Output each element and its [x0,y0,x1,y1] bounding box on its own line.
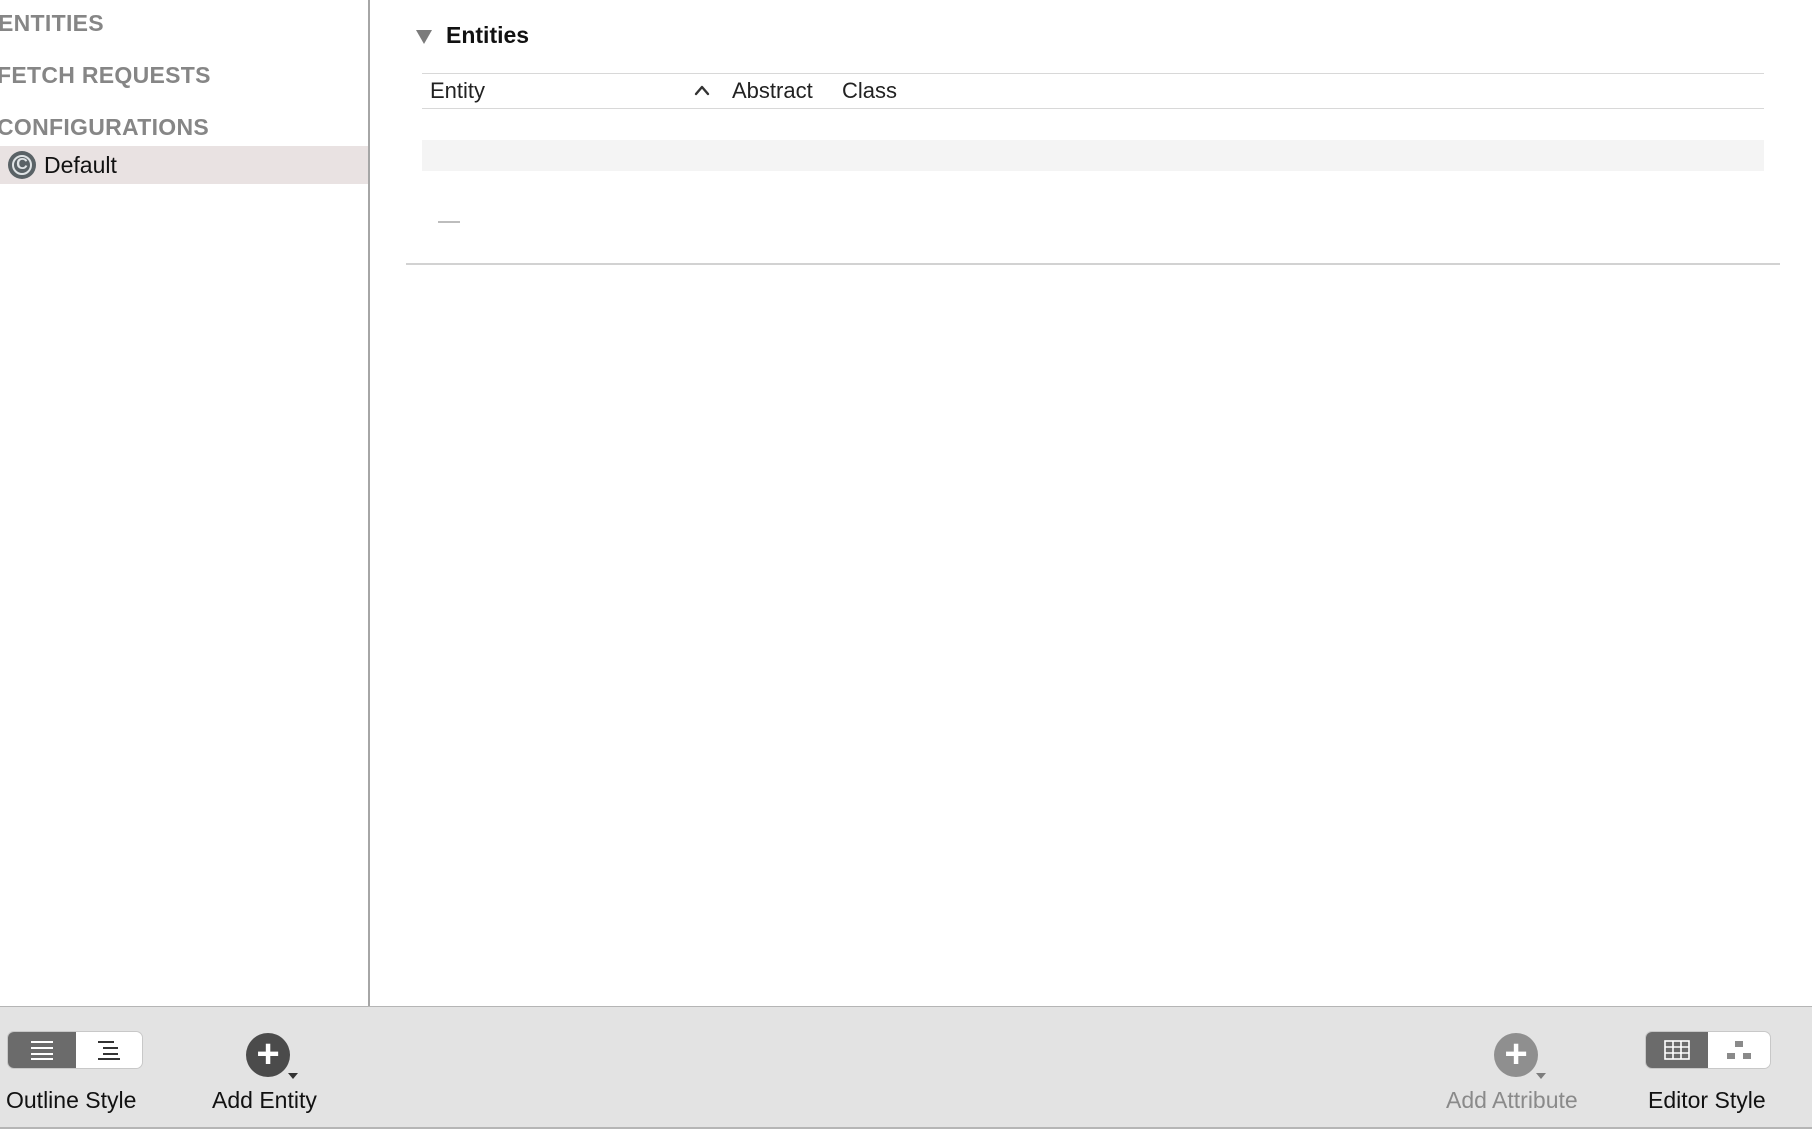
column-header-entity[interactable]: Entity [430,78,485,104]
outline-style-flat-button[interactable] [8,1032,76,1068]
add-attribute-menu-caret-icon[interactable] [1536,1073,1546,1079]
remove-entity-button[interactable] [438,221,460,223]
hierarchy-list-icon [98,1041,120,1060]
editor-style-graph-button[interactable] [1708,1032,1770,1068]
add-attribute-label: Add Attribute [1446,1087,1578,1113]
table-row [422,140,1764,171]
sidebar-item-default-configuration[interactable]: C Default [0,146,368,184]
add-icon: + [1504,1031,1528,1076]
add-entity-button[interactable]: + [246,1033,290,1077]
add-icon: + [256,1031,280,1076]
table-row [422,109,1764,140]
sidebar-section-fetch-requests[interactable]: FETCH REQUESTS [0,62,211,89]
table-header: Entity Abstract Class [422,73,1764,109]
graph-diagram-icon [1727,1041,1751,1059]
entities-section-header[interactable]: Entities [416,22,529,49]
entities-editor: Entities Entity Abstract Class [370,0,1812,1006]
outline-style-segmented-control[interactable] [8,1032,142,1068]
table-grid-icon [1664,1040,1690,1060]
configuration-icon: C [8,151,36,179]
outline-style-hierarchical-button[interactable] [76,1032,142,1068]
sidebar: ENTITIES FETCH REQUESTS CONFIGURATIONS C… [0,0,370,1006]
flat-list-icon [31,1041,53,1060]
sidebar-section-configurations[interactable]: CONFIGURATIONS [0,114,209,141]
bottom-toolbar: Outline Style + Add Entity + Add Attribu… [0,1006,1812,1129]
add-attribute-button[interactable]: + [1494,1033,1538,1077]
column-header-abstract[interactable]: Abstract [732,78,813,104]
disclosure-triangle-icon[interactable] [416,29,432,44]
editor-style-segmented-control[interactable] [1646,1032,1770,1068]
add-entity-menu-caret-icon[interactable] [288,1073,298,1079]
section-title: Entities [446,22,530,48]
column-header-class[interactable]: Class [842,78,897,104]
sidebar-section-entities[interactable]: ENTITIES [0,10,104,37]
sidebar-item-label: Default [44,151,117,178]
editor-style-label: Editor Style [1648,1087,1766,1113]
configuration-icon-letter: C [12,155,32,175]
section-divider [406,263,1780,265]
outline-style-label: Outline Style [6,1087,137,1113]
sort-ascending-icon[interactable] [692,80,712,100]
add-entity-label: Add Entity [212,1087,317,1113]
entities-table: Entity Abstract Class [422,73,1764,171]
editor-style-table-button[interactable] [1646,1032,1708,1068]
